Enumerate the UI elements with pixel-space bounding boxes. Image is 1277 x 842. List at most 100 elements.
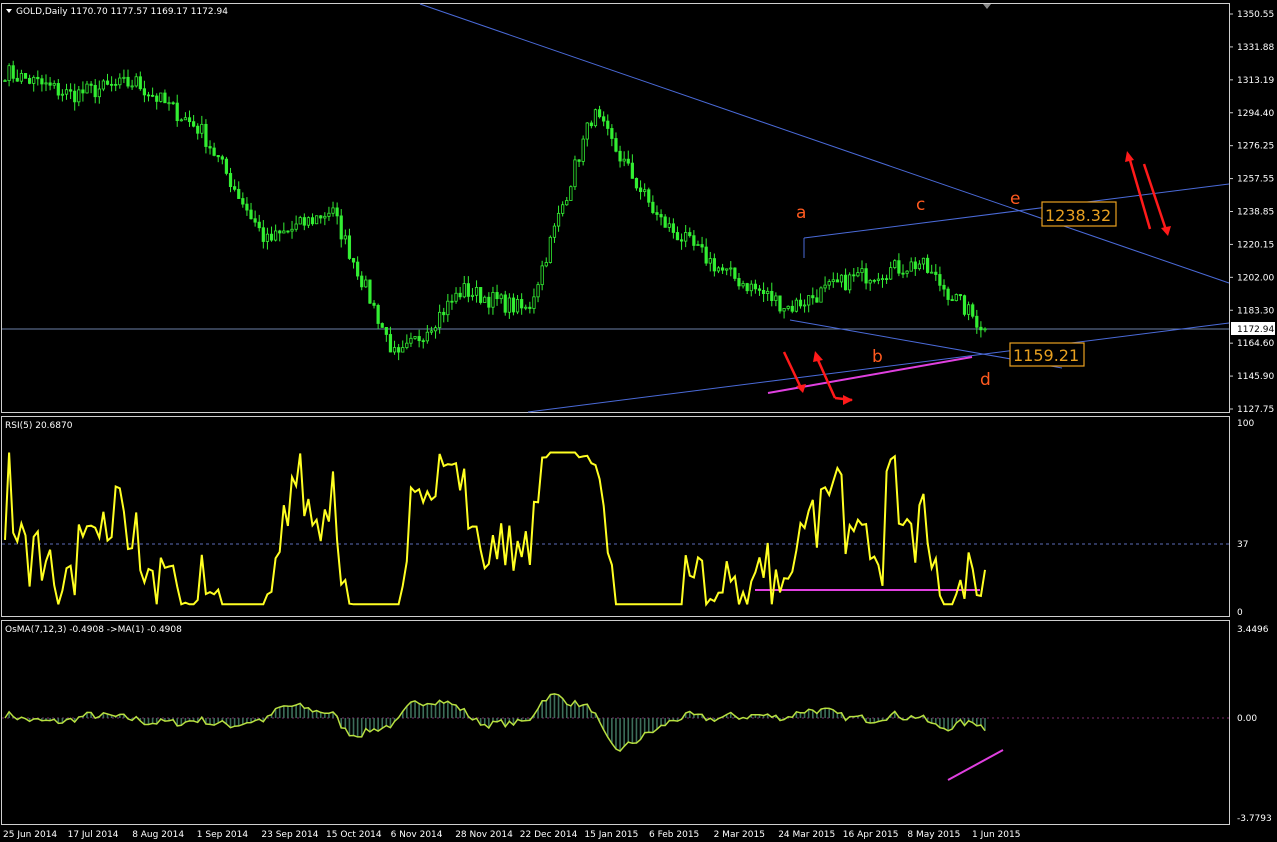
candle-body <box>880 278 885 281</box>
candle-body <box>589 122 593 127</box>
candle-body <box>417 336 421 342</box>
candle-body <box>388 334 393 353</box>
candle-body <box>93 84 97 98</box>
rsi-tick-37: 37 <box>1237 540 1248 550</box>
candle-body <box>712 258 716 272</box>
candle-body <box>839 274 844 283</box>
candle-body <box>684 232 688 242</box>
candle-body <box>934 271 938 275</box>
candle-body <box>56 83 60 96</box>
candle-body <box>196 125 200 134</box>
price-tick-label: 1164.60 <box>1237 339 1274 349</box>
candle-body <box>286 230 290 233</box>
candle-body <box>261 227 265 242</box>
candle-body <box>179 119 183 122</box>
candle-body <box>192 121 196 127</box>
candle-body <box>893 260 897 269</box>
candle-body <box>397 347 401 353</box>
candle-body <box>421 340 425 343</box>
candle-body <box>81 89 85 94</box>
wave-label-a: a <box>796 203 806 223</box>
osma-tick-min: -3.7793 <box>1237 814 1272 824</box>
candle-body <box>561 204 565 214</box>
candle-body <box>376 304 380 324</box>
rsi-pane[interactable] <box>1 416 1230 617</box>
candle-body <box>905 270 909 274</box>
current-price-text: 1172.94 <box>1237 325 1274 335</box>
candle-body <box>950 299 954 302</box>
price-tick-label: 1183.30 <box>1237 306 1274 316</box>
candle-body <box>151 94 155 97</box>
candle-body <box>36 76 40 80</box>
candle-body <box>917 263 921 270</box>
candle-body <box>618 150 622 162</box>
candle-body <box>766 290 770 294</box>
candle-body <box>159 92 163 102</box>
candle-body <box>110 83 114 86</box>
price-box-lower[interactable]: 1159.21 <box>1009 342 1085 367</box>
candle-body <box>89 83 93 86</box>
candle-body <box>868 279 872 284</box>
candle-body <box>651 201 655 213</box>
candle-body <box>114 83 118 86</box>
candle-body <box>749 283 753 292</box>
candle-body <box>228 173 233 188</box>
price-tick-label: 1257.55 <box>1237 175 1274 185</box>
candle-body <box>761 289 766 294</box>
candle-body <box>290 228 294 232</box>
candle-body <box>216 155 220 158</box>
candle-body <box>835 279 839 283</box>
candle-body <box>733 267 737 279</box>
candle-body <box>602 116 606 122</box>
candle-body <box>802 304 807 307</box>
candle-body <box>634 177 639 189</box>
candle-body <box>848 274 852 291</box>
candle-body <box>827 281 831 286</box>
candle-body <box>454 292 458 302</box>
candle-body <box>552 225 557 238</box>
price-tick-label: 1127.75 <box>1237 405 1274 415</box>
price-tick-label: 1202.00 <box>1237 273 1274 283</box>
candle-body <box>503 294 507 313</box>
candle-body <box>528 306 532 309</box>
candle-body <box>548 236 552 263</box>
price-tick-label: 1238.85 <box>1237 208 1274 218</box>
candle-body <box>778 295 782 312</box>
candle-body <box>897 260 901 274</box>
candle-body <box>118 77 122 86</box>
price-axis[interactable]: 1350.55 1331.88 1313.19 1294.40 1276.25 1257.… <box>1229 10 1274 415</box>
candle-body <box>647 189 651 203</box>
candle-body <box>913 261 917 270</box>
time-tick-label: 25 Jun 2014 <box>3 830 57 840</box>
time-axis[interactable]: 25 Jun 2014 17 Jul 2014 8 Aug 2014 1 Sep 20… <box>3 830 1020 840</box>
candle-body <box>966 304 971 315</box>
candle-body <box>975 315 979 328</box>
candle-body <box>224 158 229 174</box>
candle-body <box>32 76 36 84</box>
candle-body <box>101 80 106 90</box>
candle-body <box>569 186 573 201</box>
candle-body <box>257 221 261 229</box>
price-box-upper[interactable]: 1238.32 <box>1041 201 1117 227</box>
rsi-tick-0: 0 <box>1237 608 1243 618</box>
candle-body <box>925 257 930 273</box>
wave-label-b: b <box>872 347 883 367</box>
candle-body <box>438 311 442 329</box>
candle-body <box>343 235 347 240</box>
candle-body <box>146 94 151 97</box>
candle-body <box>597 109 602 118</box>
time-tick-label: 6 Feb 2015 <box>649 830 699 840</box>
candle-body <box>429 330 434 333</box>
wave-label-c: c <box>916 195 925 215</box>
candle-body <box>44 82 48 85</box>
osma-title: OsMA(7,12,3) -0.4908 ->MA(1) -0.4908 <box>5 625 182 635</box>
candle-body <box>64 89 69 95</box>
candle-body <box>815 297 819 303</box>
candle-body <box>351 258 356 263</box>
candle-body <box>606 120 610 129</box>
candle-body <box>663 216 667 228</box>
candle-body <box>130 85 134 88</box>
candle-body <box>450 300 454 303</box>
chart-window[interactable]: GOLD,Daily 1170.70 1177.57 1169.17 1172.… <box>0 0 1277 842</box>
candle-body <box>306 217 311 226</box>
